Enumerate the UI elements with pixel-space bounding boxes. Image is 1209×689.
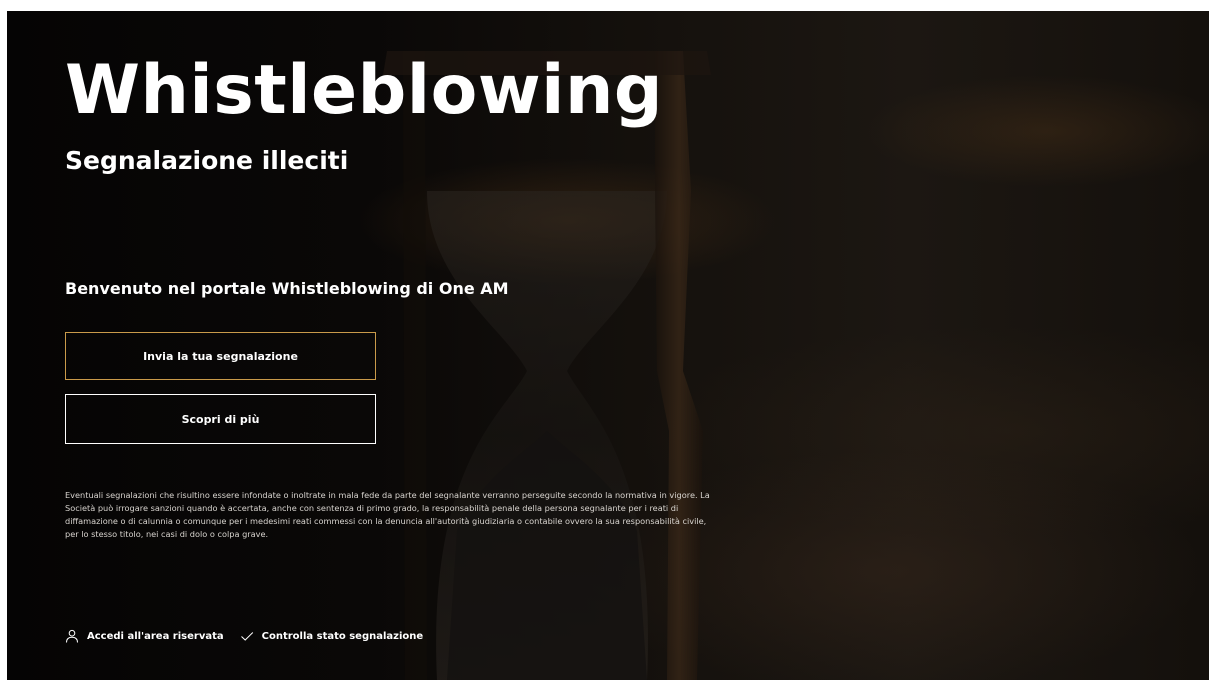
check-status-link[interactable]: Controlla stato segnalazione — [240, 629, 424, 643]
disclaimer-text: Eventuali segnalazioni che risultino ess… — [65, 490, 710, 539]
submit-report-button[interactable]: Invia la tua segnalazione — [65, 332, 376, 380]
check-icon — [240, 632, 253, 641]
reserved-area-link[interactable]: Accedi all'area riservata — [65, 629, 224, 643]
user-icon — [66, 629, 78, 643]
page-subtitle: Segnalazione illeciti — [65, 146, 349, 175]
check-status-label: Controlla stato segnalazione — [261, 630, 424, 642]
page-title: Whistleblowing — [65, 51, 664, 130]
whistleblowing-page: Whistleblowing Segnalazione illeciti Ben… — [7, 11, 1209, 680]
reserved-area-label: Accedi all'area riservata — [87, 630, 224, 642]
learn-more-button[interactable]: Scopri di più — [65, 394, 376, 444]
welcome-heading: Benvenuto nel portale Whistleblowing di … — [65, 279, 509, 298]
footer-links: Accedi all'area riservata Controlla stat… — [65, 629, 439, 643]
